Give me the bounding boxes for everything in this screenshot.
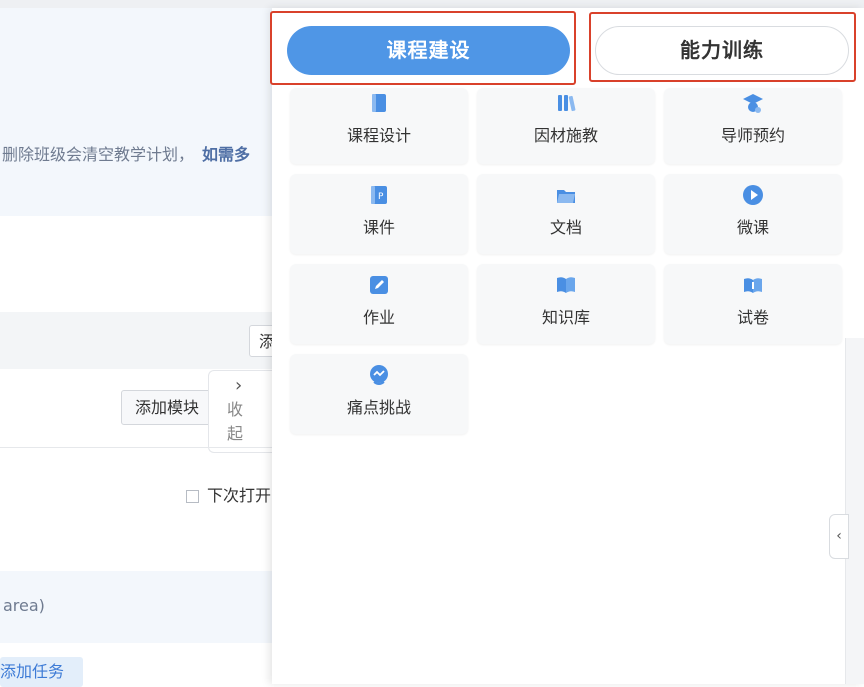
tile-label: 知识库 <box>541 308 590 327</box>
tab-course-building[interactable]: 课程建设 <box>287 26 570 75</box>
tile-mentor-booking[interactable]: 导师预约 <box>664 88 842 164</box>
area-panel <box>0 571 300 643</box>
tile-label: 痛点挑战 <box>346 398 411 417</box>
tile-label: 课件 <box>362 218 395 237</box>
area-text: area) <box>3 596 45 615</box>
open-book-icon <box>557 277 575 293</box>
checkbox-label: 下次打开 <box>207 486 272 505</box>
tile-courseware[interactable]: P 课件 <box>290 174 468 254</box>
remember-checkbox-row[interactable]: 下次打开 <box>186 482 271 506</box>
tab-ability-training[interactable]: 能力训练 <box>595 26 849 75</box>
chevron-left-icon: ‹ <box>836 528 842 544</box>
tile-label: 作业 <box>362 308 395 327</box>
exam-book-icon <box>744 278 762 293</box>
books-stack-icon <box>558 95 576 112</box>
add-module-button[interactable]: 添加模块 <box>121 390 213 425</box>
tile-label: 文档 <box>549 218 582 237</box>
notice-banner <box>0 8 300 216</box>
tile-label: 课程设计 <box>346 126 411 145</box>
chevron-right-icon: › <box>235 375 243 396</box>
notice-message: 删除班级会清空教学计划， <box>2 145 195 164</box>
notice-emphasis: 如需多 <box>202 145 251 164</box>
tile-exam-paper[interactable]: 试卷 <box>664 264 842 344</box>
presentation-file-icon: P <box>371 186 387 204</box>
mentor-cap-icon <box>743 94 763 113</box>
tile-label: 导师预约 <box>720 126 785 145</box>
tile-course-design[interactable]: 课程设计 <box>290 88 468 164</box>
drawer-side-handle[interactable]: ‹ <box>829 514 849 559</box>
svg-text:P: P <box>378 192 384 202</box>
tile-pain-point-challenge[interactable]: 痛点挑战 <box>290 354 468 434</box>
folder-icon <box>557 190 575 203</box>
divider <box>0 447 300 448</box>
play-icon <box>743 185 763 205</box>
tile-personalized-teaching[interactable]: 因材施教 <box>477 88 655 164</box>
tile-micro-course[interactable]: 微课 <box>664 174 842 254</box>
book-icon <box>372 94 386 112</box>
checkbox[interactable] <box>186 490 199 503</box>
tile-documents[interactable]: 文档 <box>477 174 655 254</box>
tile-homework[interactable]: 作业 <box>290 264 468 344</box>
challenge-badge-icon <box>370 365 388 385</box>
edit-pencil-icon <box>370 276 388 294</box>
scrollbar[interactable] <box>845 338 864 684</box>
tile-label: 因材施教 <box>533 126 598 145</box>
tile-knowledge-base[interactable]: 知识库 <box>477 264 655 344</box>
collapse-toggle[interactable]: › 收起 <box>208 370 272 453</box>
top-bar <box>0 0 864 8</box>
add-task-button[interactable]: 添加任务 <box>0 657 83 687</box>
tile-label: 试卷 <box>736 308 769 327</box>
tile-label: 微课 <box>736 218 769 237</box>
notice-text: 删除班级会清空教学计划， 如需多 <box>2 141 250 165</box>
collapse-label: 收起 <box>227 400 244 443</box>
